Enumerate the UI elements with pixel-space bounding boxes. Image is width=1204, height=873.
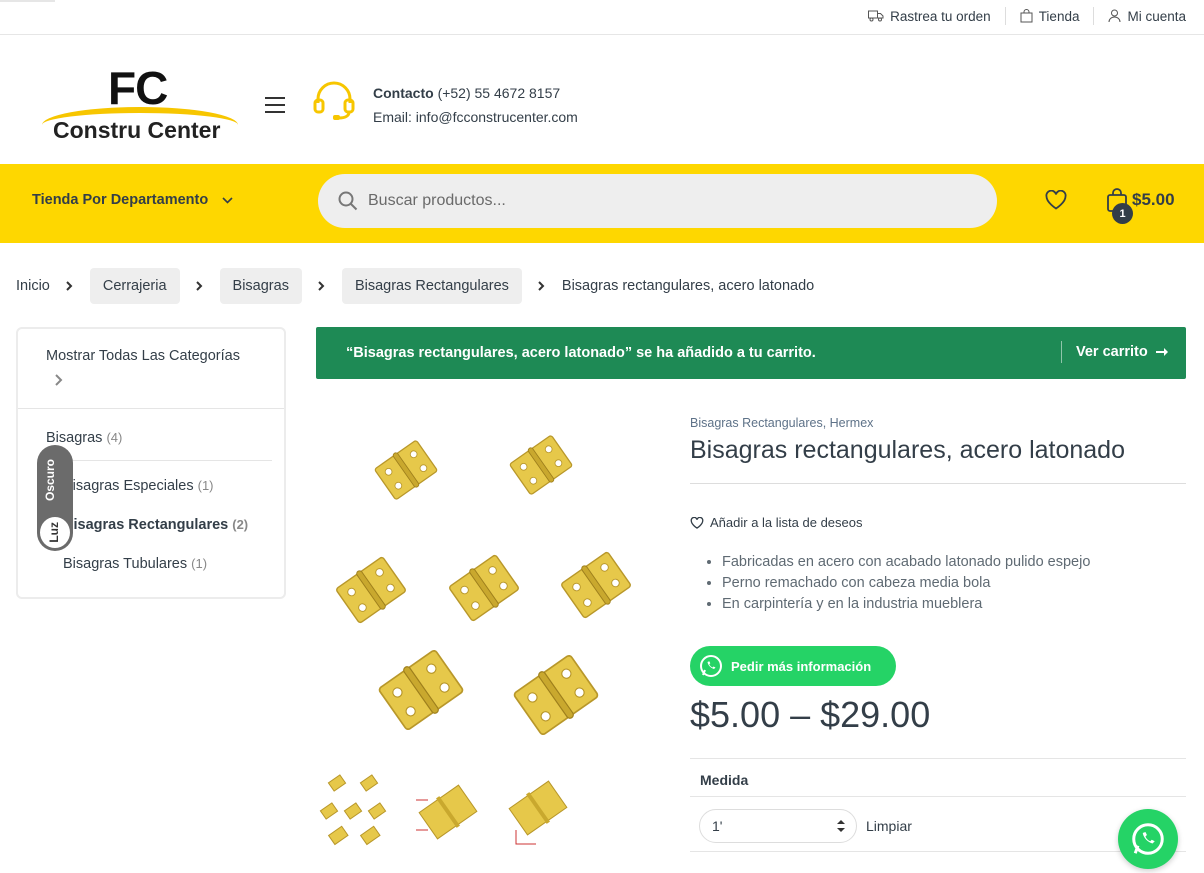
breadcrumb-home[interactable]: Inicio — [16, 278, 50, 294]
search-icon[interactable] — [338, 191, 358, 211]
headset-icon — [313, 81, 355, 120]
sidebar-divider — [46, 460, 272, 461]
variations-divider — [690, 851, 1186, 852]
medida-selected-value: 1' — [712, 818, 723, 834]
request-info-label: Pedir más información — [731, 658, 872, 674]
whatsapp-icon — [700, 655, 722, 677]
chevron-right-icon[interactable] — [54, 374, 63, 386]
sidebar-item-bisagras-especiales[interactable]: Bisagras Especiales (1) — [63, 478, 214, 494]
shop-link[interactable]: Tienda — [1006, 7, 1095, 25]
product-title: Bisagras rectangulares, acero latonado — [690, 436, 1125, 464]
user-icon — [1108, 9, 1121, 23]
breadcrumb-bisagras[interactable]: Bisagras — [219, 268, 302, 304]
logo-name: Constru Center — [53, 117, 221, 143]
whatsapp-chat-button[interactable] — [1118, 809, 1178, 869]
track-order-label: Rastrea tu orden — [890, 8, 991, 24]
theme-toggle[interactable]: Oscuro Luz — [37, 445, 73, 551]
chevron-right-icon — [50, 281, 90, 291]
sidebar-divider — [18, 408, 284, 409]
top-bar: Rastrea tu orden Tienda Mi cuenta — [0, 0, 1204, 35]
product-main-image[interactable] — [316, 410, 661, 755]
nav-bar: Tienda Por Departamento 1 $5.00 — [0, 164, 1204, 243]
select-arrows-icon — [837, 820, 845, 832]
menu-hamburger-icon[interactable] — [265, 97, 285, 113]
product-categories[interactable]: Bisagras Rectangulares, Hermex — [690, 416, 1186, 430]
add-to-wishlist-link[interactable]: Añadir a la lista de deseos — [690, 515, 1186, 530]
chevron-right-icon — [302, 281, 342, 291]
contact-email: Email: info@fcconstrucenter.com — [373, 109, 578, 125]
account-label: Mi cuenta — [1127, 8, 1186, 24]
breadcrumb-current: Bisagras rectangulares, acero latonado — [561, 278, 815, 294]
truck-icon — [868, 10, 884, 22]
site-logo[interactable]: FC Constru Center — [40, 62, 240, 145]
product-summary: Bisagras Rectangulares, Hermex Bisagras … — [690, 416, 1186, 852]
chevron-right-icon — [522, 281, 562, 291]
variations-divider — [690, 758, 1186, 759]
shop-label: Tienda — [1038, 8, 1080, 24]
chevron-down-icon — [222, 196, 233, 204]
product-thumbnail[interactable] — [406, 770, 484, 850]
variations-divider — [690, 796, 1186, 797]
clear-variation-link[interactable]: Limpiar — [866, 818, 912, 834]
variation-label: Medida — [700, 772, 749, 788]
cart-count-badge: 1 — [1112, 203, 1133, 224]
show-all-categories[interactable]: Mostrar Todas Las Categorías — [46, 348, 240, 364]
notice-divider — [1061, 341, 1062, 363]
sidebar-item-bisagras-rectangulares[interactable]: Bisagras Rectangulares (2) — [63, 517, 248, 533]
contact-label: Contacto — [373, 85, 434, 101]
breadcrumb: Inicio Cerrajeria Bisagras Bisagras Rect… — [16, 268, 814, 304]
contact-info: Contacto (+52) 55 4672 8157 Email: info@… — [373, 81, 578, 129]
cart-notice: “Bisagras rectangulares, acero latonado”… — [316, 327, 1186, 379]
search-input[interactable] — [368, 192, 968, 210]
request-info-button[interactable]: Pedir más información — [690, 646, 896, 686]
sidebar-item-label: Bisagras Tubulares — [63, 556, 188, 572]
theme-light-label: Luz — [47, 522, 61, 543]
contact-phone: (+52) 55 4672 8157 — [437, 85, 561, 101]
department-label: Tienda Por Departamento — [32, 192, 209, 208]
feature-item: Fabricadas en acero con acabado latonado… — [722, 552, 1186, 573]
product-price-range: $5.00 – $29.00 — [690, 694, 931, 735]
product-thumbnail[interactable] — [316, 770, 394, 850]
cart-notice-message: “Bisagras rectangulares, acero latonado”… — [346, 345, 816, 361]
search-box — [318, 174, 997, 228]
breadcrumb-bisagras-rectangulares[interactable]: Bisagras Rectangulares — [341, 268, 522, 304]
view-cart-label: Ver carrito — [1076, 344, 1148, 360]
sidebar-item-label: Bisagras Especiales — [63, 478, 194, 494]
heart-icon — [690, 516, 704, 529]
cart-total[interactable]: $5.00 — [1132, 190, 1175, 210]
site-header: FC Constru Center Contacto (+52) 55 4672… — [0, 35, 1204, 164]
whatsapp-icon — [1132, 823, 1164, 855]
top-links: Rastrea tu orden Tienda Mi cuenta — [854, 7, 1186, 25]
sidebar-item-count: (4) — [106, 430, 123, 445]
sidebar-item-count: (2) — [232, 517, 249, 532]
wishlist-heart-icon[interactable] — [1045, 190, 1067, 210]
theme-dark-label: Oscuro — [43, 459, 57, 502]
breadcrumb-cerrajeria[interactable]: Cerrajeria — [89, 268, 180, 304]
shopping-bag-icon — [1020, 9, 1033, 23]
sidebar-item-count: (1) — [191, 556, 208, 571]
add-to-wishlist-label: Añadir a la lista de deseos — [710, 515, 863, 530]
account-link[interactable]: Mi cuenta — [1094, 7, 1186, 25]
sidebar-item-label: Bisagras — [46, 430, 103, 446]
product-thumbnail[interactable] — [496, 770, 574, 850]
arrow-right-icon — [1155, 348, 1168, 356]
view-cart-link[interactable]: Ver carrito — [1076, 344, 1170, 360]
title-divider — [690, 483, 1186, 484]
product-thumbnails — [316, 770, 574, 850]
department-menu[interactable]: Tienda Por Departamento — [32, 192, 233, 208]
feature-item: En carpintería y en la industria muebler… — [722, 594, 1186, 615]
medida-select[interactable]: 1' — [699, 809, 857, 843]
chevron-right-icon — [180, 281, 220, 291]
sidebar-item-bisagras[interactable]: Bisagras (4) — [46, 430, 122, 446]
feature-item: Perno remachado con cabeza media bola — [722, 573, 1186, 594]
product-features: Fabricadas en acero con acabado latonado… — [690, 552, 1186, 615]
track-order-link[interactable]: Rastrea tu orden — [854, 7, 1006, 25]
sidebar-item-label: Bisagras Rectangulares — [63, 517, 229, 533]
sidebar-item-count: (1) — [197, 478, 214, 493]
sidebar-item-bisagras-tubulares[interactable]: Bisagras Tubulares (1) — [63, 556, 207, 572]
